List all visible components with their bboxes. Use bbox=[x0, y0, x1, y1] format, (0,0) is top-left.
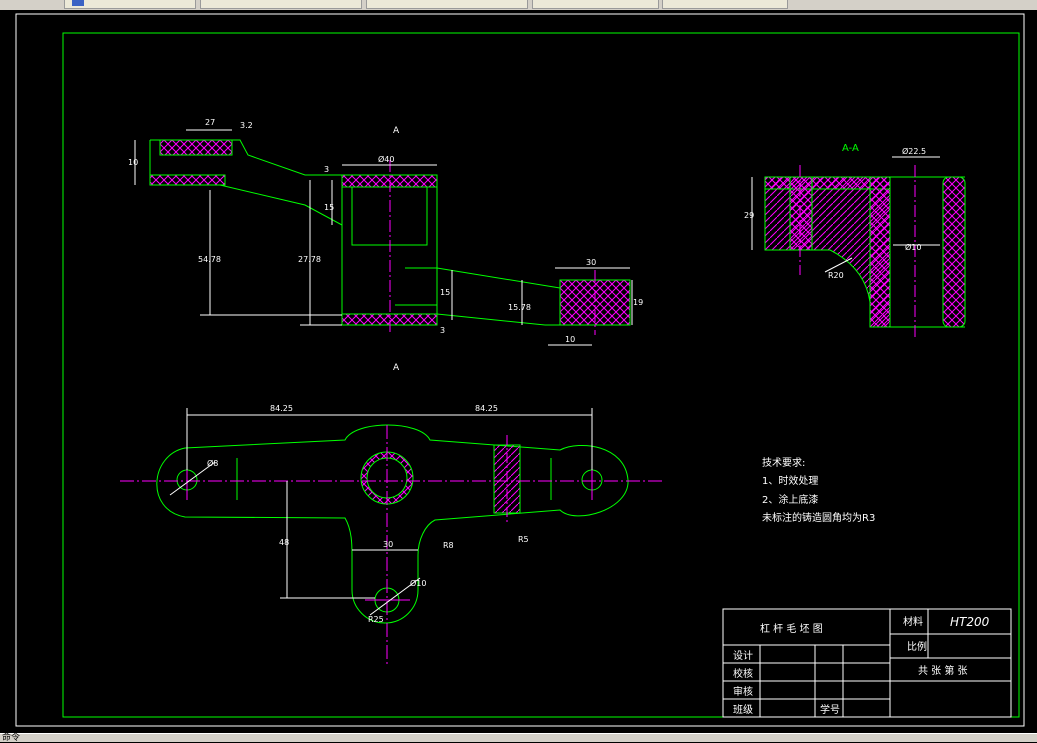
roughness-symbol: 3.2 bbox=[240, 121, 253, 130]
dim-d40: Ø40 bbox=[378, 154, 394, 164]
student-id-label: 学号 bbox=[820, 703, 840, 716]
section-view bbox=[764, 176, 966, 328]
requirement-item-3: 未标注的铸造圆角均为R3 bbox=[762, 511, 875, 524]
dim-27: 27 bbox=[205, 118, 215, 127]
class-label: 班级 bbox=[733, 704, 753, 716]
design-label: 设计 bbox=[733, 649, 753, 662]
dim-d10: Ø10 bbox=[905, 242, 921, 252]
dim-54-78: 54.78 bbox=[198, 255, 221, 264]
dim-r20: R20 bbox=[828, 271, 844, 280]
material-label: 材料 bbox=[903, 615, 923, 628]
technical-requirements: 技术要求: 1、时效处理 2、涂上底漆 未标注的铸造圆角均为R3 bbox=[762, 456, 875, 524]
dim-84-25b: 84.25 bbox=[475, 404, 498, 413]
section-view-label: A-A bbox=[842, 143, 859, 154]
dim-d22-5: Ø22.5 bbox=[902, 146, 926, 156]
dim-15a: 15 bbox=[324, 203, 334, 212]
dim-30: 30 bbox=[586, 258, 596, 267]
window-tab[interactable] bbox=[366, 0, 528, 9]
scale-label: 比例 bbox=[907, 640, 927, 653]
part-name: 杠 杆 毛 坯 图 bbox=[760, 622, 823, 635]
window-tab[interactable] bbox=[200, 0, 362, 9]
dim-r5: R5 bbox=[518, 535, 529, 544]
outer-frame bbox=[15, 13, 1025, 727]
sheet-count: 共 张 第 张 bbox=[918, 664, 968, 677]
section-label-bottom: A bbox=[393, 363, 400, 373]
plan-dimensions bbox=[169, 408, 593, 616]
requirements-title: 技术要求: bbox=[762, 456, 805, 469]
section-label-top: A bbox=[393, 126, 400, 136]
dim-30: 30 bbox=[383, 540, 393, 549]
dim-48: 48 bbox=[279, 538, 289, 547]
check-label: 校核 bbox=[733, 667, 753, 680]
review-label: 审核 bbox=[733, 685, 753, 698]
dim-3b: 3 bbox=[440, 326, 445, 335]
dim-d10: Ø10 bbox=[410, 578, 426, 588]
dim-r8: R8 bbox=[443, 541, 454, 550]
dim-10b: 10 bbox=[565, 335, 575, 344]
plan-view bbox=[156, 424, 629, 624]
inner-frame bbox=[62, 32, 1020, 718]
title-block-text: 杠 杆 毛 坯 图 材料 HT200 比例 共 张 第 张 设计 校核 审核 班… bbox=[733, 615, 990, 716]
drawing-canvas[interactable]: 27 10 3.2 Ø40 3 15 54.78 27.78 15 15.78 … bbox=[0, 10, 1037, 735]
status-text: 命令 bbox=[2, 733, 21, 743]
dim-3a: 3 bbox=[324, 165, 329, 174]
dim-15b: 15 bbox=[440, 288, 450, 297]
dim-10: 10 bbox=[128, 158, 138, 167]
requirement-item-2: 2、涂上底漆 bbox=[762, 493, 818, 506]
dim-r25: R25 bbox=[368, 615, 384, 624]
dim-15-78: 15.78 bbox=[508, 303, 531, 312]
dim-19: 19 bbox=[633, 298, 643, 307]
requirement-item-1: 1、时效处理 bbox=[762, 474, 818, 487]
plan-dim-labels: 84.25 84.25 Ø8 48 30 R8 Ø10 R25 R5 bbox=[207, 404, 529, 624]
material-value: HT200 bbox=[950, 615, 990, 629]
dim-d8: Ø8 bbox=[207, 458, 218, 468]
window-tab[interactable] bbox=[532, 0, 659, 9]
app-icon bbox=[72, 0, 84, 6]
window-tab[interactable] bbox=[662, 0, 788, 9]
dim-27-78: 27.78 bbox=[298, 255, 321, 264]
dim-84-25a: 84.25 bbox=[270, 404, 293, 413]
dim-29: 29 bbox=[744, 211, 754, 220]
cad-drawing: 27 10 3.2 Ø40 3 15 54.78 27.78 15 15.78 … bbox=[15, 13, 1025, 727]
